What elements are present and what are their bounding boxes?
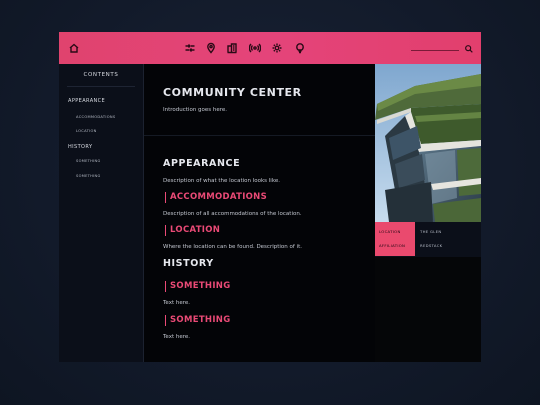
broadcast-icon[interactable] — [248, 41, 262, 55]
infobox: LOCATION THE GLEN AFFILIATION REDSTACK — [375, 222, 481, 257]
infobox-key-location: LOCATION — [379, 229, 401, 234]
appearance-heading: APPEARANCE — [163, 158, 241, 169]
buildings-icon[interactable] — [225, 41, 239, 55]
pin-icon[interactable] — [204, 41, 218, 55]
infobox-value-location: THE GLEN — [420, 229, 442, 234]
appearance-text: Description of what the location looks l… — [163, 178, 280, 184]
infobox-value-affiliation[interactable]: REDSTACK — [420, 243, 442, 248]
page-title: COMMUNITY CENTER — [163, 86, 302, 99]
location-text: Where the location can be found. Descrip… — [163, 244, 302, 250]
something-text-1: Text here. — [163, 300, 191, 306]
search-input[interactable] — [411, 50, 459, 51]
divider — [67, 86, 135, 87]
something-text-2: Text here. — [163, 334, 191, 340]
top-nav-bar — [59, 32, 481, 64]
infobox-key-affiliation: AFFILIATION — [379, 243, 406, 248]
accommodations-text: Description of all accommodations of the… — [163, 211, 302, 217]
building-photo — [375, 64, 481, 222]
toc-item-history[interactable]: HISTORY — [68, 144, 92, 150]
hero-divider — [144, 135, 375, 136]
gear-icon[interactable] — [270, 41, 284, 55]
contents-sidebar: CONTENTS APPEARANCE ACCOMMODATIONS LOCAT… — [59, 64, 144, 362]
arrows-icon[interactable] — [183, 41, 197, 55]
bulb-icon[interactable] — [293, 41, 307, 55]
toc-item-accommodations[interactable]: ACCOMMODATIONS — [76, 115, 115, 119]
history-heading: HISTORY — [163, 258, 214, 269]
accommodations-heading: ACCOMMODATIONS — [165, 192, 267, 203]
toc-item-location[interactable]: LOCATION — [76, 129, 97, 133]
home-icon[interactable] — [67, 41, 81, 55]
contents-title: CONTENTS — [83, 72, 119, 78]
something-heading-2: SOMETHING — [165, 315, 230, 326]
intro-text: Introduction goes here. — [163, 107, 228, 113]
toc-item-something-1[interactable]: SOMETHING — [76, 159, 101, 163]
search-icon[interactable] — [462, 42, 476, 56]
location-heading: LOCATION — [165, 225, 220, 236]
toc-item-appearance[interactable]: APPEARANCE — [68, 98, 105, 104]
toc-item-something-2[interactable]: SOMETHING — [76, 174, 101, 178]
something-heading-1: SOMETHING — [165, 281, 230, 292]
